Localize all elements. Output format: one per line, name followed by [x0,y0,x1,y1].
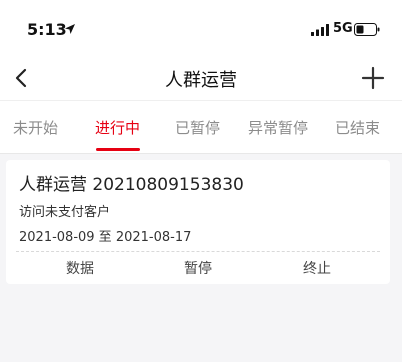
campaign-card[interactable]: 人群运营 20210809153830 访问未支付客户 2021-08-09 至… [6,160,390,284]
pause-button[interactable]: 暂停 [184,258,212,278]
terminate-button[interactable]: 终止 [303,258,331,278]
tab-not-started[interactable]: 未开始 [13,117,58,138]
status-tabs: 未开始 进行中 已暂停 异常暂停 已结束 [0,100,402,154]
page-title: 人群运营 [165,70,237,91]
card-divider [16,251,380,252]
campaign-date-range: 2021-08-09 至 2021-08-17 [19,230,192,245]
campaign-audience: 访问未支付客户 [19,205,111,220]
tab-in-progress[interactable]: 进行中 [95,117,140,138]
battery-icon [354,23,380,36]
active-tab-indicator [96,148,140,151]
signal-bars-icon [311,24,329,36]
status-bar: 5:13 5G [0,0,402,56]
data-button[interactable]: 数据 [66,258,94,278]
network-type: 5G [333,21,353,36]
plus-icon[interactable] [360,65,386,91]
tab-paused[interactable]: 已暂停 [175,117,220,138]
tab-abnormal-paused[interactable]: 异常暂停 [248,117,308,138]
campaign-title: 人群运营 20210809153830 [19,175,244,195]
status-time: 5:13 [27,20,67,39]
location-arrow-icon [65,24,75,34]
nav-bar: 人群运营 [0,56,402,100]
tab-ended[interactable]: 已结束 [335,117,380,138]
